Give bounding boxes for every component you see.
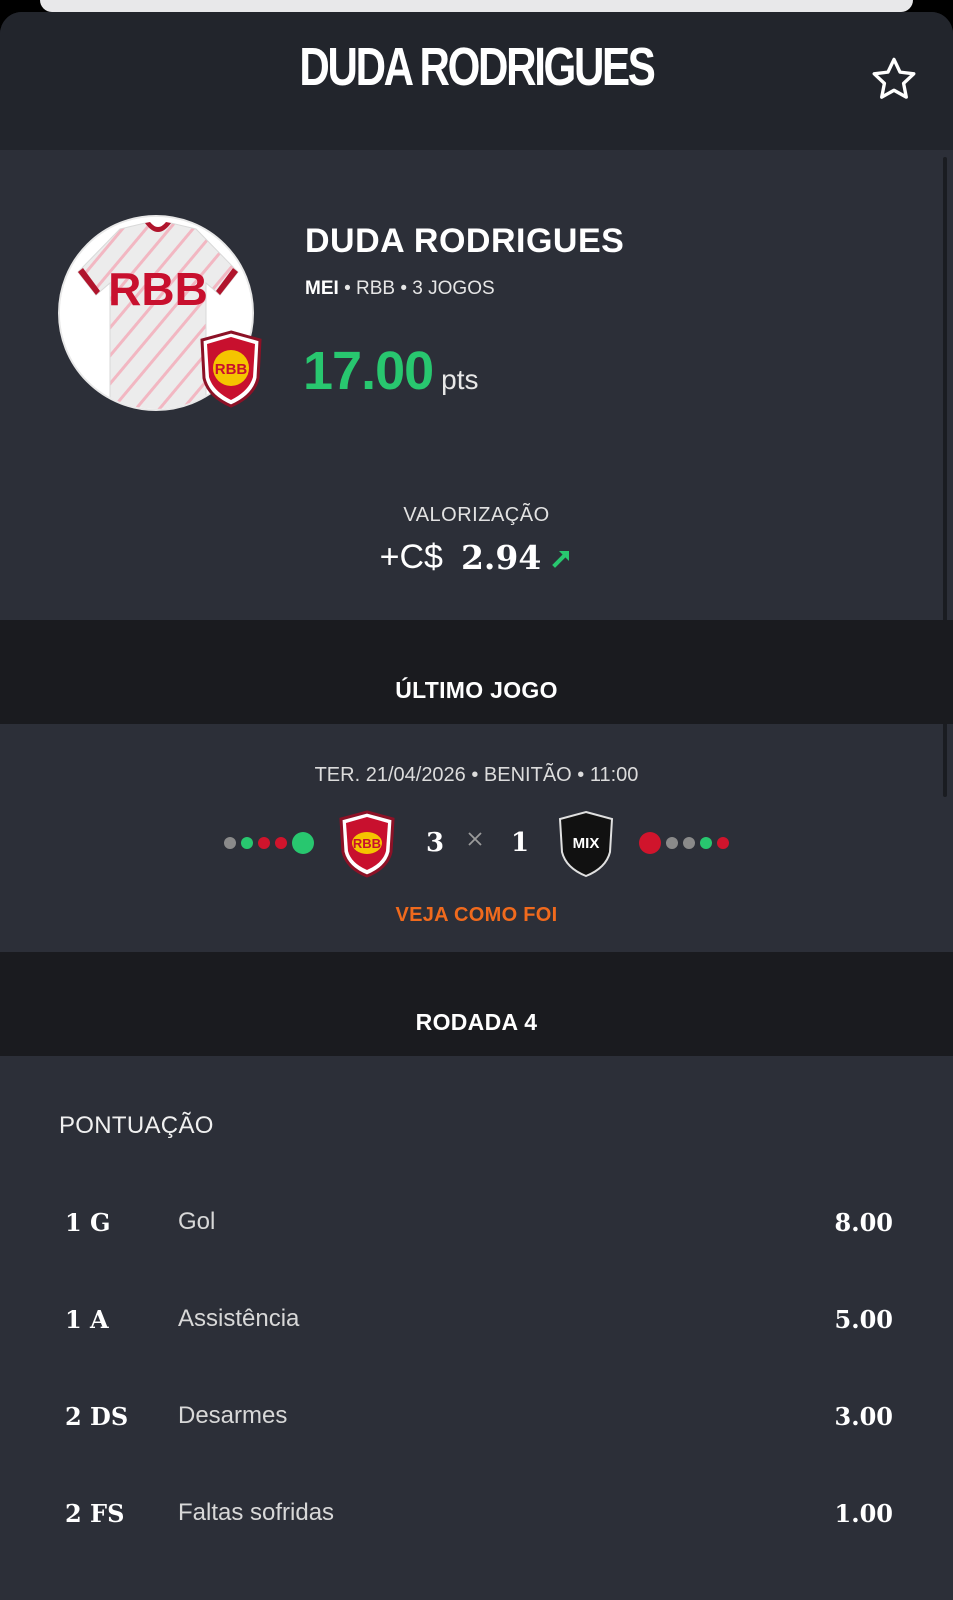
stat-row: 2 FS Faltas sofridas 1.00 <box>0 1485 953 1545</box>
form-result-dot <box>258 837 270 849</box>
stat-name: Desarmes <box>178 1402 288 1429</box>
stat-name: Faltas sofridas <box>178 1499 335 1526</box>
player-club: RBB <box>356 278 396 299</box>
form-result-dot <box>241 837 253 849</box>
last-match-header: ÚLTIMO JOGO <box>0 620 953 724</box>
stat-value: 8.00 <box>834 1208 893 1237</box>
arrow-up-right-icon <box>552 550 570 568</box>
away-score: 1 <box>511 828 530 858</box>
player-points: 17.00 pts <box>303 340 479 402</box>
stat-value: 5.00 <box>834 1305 893 1334</box>
round-title: RODADA 4 <box>415 1009 538 1035</box>
match-details-link[interactable]: VEJA COMO FOI <box>0 904 953 927</box>
valorizacao-value: 2.94 <box>460 538 542 577</box>
form-result-dot <box>275 837 287 849</box>
valorizacao-value-row: +C$ 2.94 <box>0 538 953 577</box>
player-detail-sheet: DUDA RODRIGUES RBB RBB DUDA RODRIGUES ME… <box>0 12 953 1600</box>
form-result-dot <box>717 837 729 849</box>
stat-row: 2 DS Desarmes 3.00 <box>0 1388 953 1448</box>
form-result-dot <box>224 837 236 849</box>
home-team-badge[interactable]: RBB <box>338 810 396 878</box>
player-card: RBB RBB DUDA RODRIGUES MEI • RBB • 3 JOG… <box>0 150 953 620</box>
match-scoreline: RBB 3 1 MIX <box>0 810 953 880</box>
valorizacao-label: VALORIZAÇÃO <box>403 504 550 526</box>
away-team-badge[interactable]: MIX <box>557 810 615 878</box>
form-result-dot <box>292 832 314 854</box>
stat-code: 1 G <box>65 1208 111 1237</box>
home-score: 3 <box>426 828 445 858</box>
score-breakdown-label: PONTUAÇÃO <box>59 1112 214 1139</box>
stat-row: 1 G Gol 8.00 <box>0 1194 953 1254</box>
versus-x-icon <box>468 832 482 846</box>
last-match-title: ÚLTIMO JOGO <box>395 677 558 703</box>
meta-separator: • <box>344 278 351 299</box>
sheet-peek <box>40 0 913 12</box>
stat-code: 1 A <box>65 1305 109 1334</box>
points-unit: pts <box>441 364 479 395</box>
stat-code: 2 DS <box>65 1402 129 1431</box>
svg-text:MIX: MIX <box>573 835 600 852</box>
stat-row: 1 A Assistência 5.00 <box>0 1291 953 1351</box>
star-outline-icon[interactable] <box>869 54 919 104</box>
svg-text:RBB: RBB <box>215 361 248 378</box>
form-result-dot <box>683 837 695 849</box>
meta-separator: • <box>400 278 408 299</box>
svg-text:RBB: RBB <box>353 836 381 851</box>
jersey-text: RBB <box>108 263 208 315</box>
stat-name: Gol <box>178 1208 216 1235</box>
player-position: MEI <box>305 278 339 299</box>
last-match-card: TER. 21/04/2026 • BENITÃO • 11:00 RBB 3 … <box>0 724 953 952</box>
club-badge-rbb: RBB <box>200 330 262 408</box>
player-name: DUDA RODRIGUES <box>305 222 625 260</box>
player-games: 3 JOGOS <box>412 278 495 299</box>
form-result-dot <box>639 832 661 854</box>
home-form-dots <box>224 832 314 854</box>
top-bar: DUDA RODRIGUES <box>0 12 953 150</box>
form-result-dot <box>700 837 712 849</box>
stat-name: Assistência <box>178 1305 300 1332</box>
player-meta: MEI • RBB • 3 JOGOS <box>305 278 495 300</box>
stat-value: 3.00 <box>834 1402 893 1431</box>
stat-value: 1.00 <box>834 1499 893 1528</box>
currency-prefix: +C$ <box>379 538 443 576</box>
away-form-dots <box>639 832 729 854</box>
round-header: RODADA 4 <box>0 952 953 1056</box>
round-scoring: PONTUAÇÃO 1 G Gol 8.00 1 A Assistência 5… <box>0 1056 953 1600</box>
points-value: 17.00 <box>303 341 434 401</box>
match-info: TER. 21/04/2026 • BENITÃO • 11:00 <box>314 764 639 786</box>
page-title: DUDA RODRIGUES <box>299 37 655 97</box>
form-result-dot <box>666 837 678 849</box>
stat-code: 2 FS <box>65 1499 125 1528</box>
